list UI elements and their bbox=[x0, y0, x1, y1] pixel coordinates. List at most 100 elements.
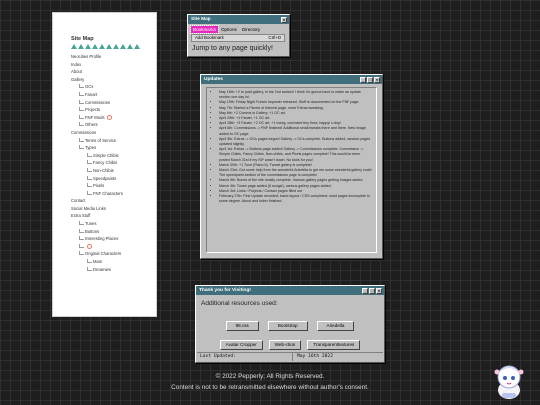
sitemap-panel: Site Map Neocities Profile Index About Gall… bbox=[52, 12, 157, 317]
add-bookmark-label: Add Bookmark bbox=[195, 35, 224, 40]
sitemap-item[interactable]: Commissions bbox=[71, 99, 123, 107]
tree-branch-icon bbox=[87, 152, 92, 157]
updates-window: Updates _ □ × May 16th: +2 to paid galle… bbox=[200, 74, 383, 259]
resources-label: Additional resources used: bbox=[201, 300, 278, 307]
sitemap-item[interactable]: FNF Characters bbox=[71, 190, 123, 198]
tree-branch-icon bbox=[79, 122, 84, 127]
sitemap-item[interactable]: About bbox=[71, 68, 123, 76]
triangle-icon bbox=[120, 44, 126, 49]
triangle-icon bbox=[113, 44, 119, 49]
triangle-divider bbox=[71, 44, 140, 49]
triangle-icon bbox=[134, 44, 140, 49]
menu-directory[interactable]: Directory bbox=[240, 26, 262, 33]
sitemap-item[interactable]: Dreamies bbox=[71, 266, 123, 274]
sitemap-item[interactable]: Others bbox=[71, 121, 123, 129]
sitemap-item-label: Main bbox=[93, 259, 103, 265]
sitemap-item[interactable]: Tunes bbox=[71, 220, 123, 228]
resource-webction-button[interactable]: Web-ction bbox=[268, 340, 302, 350]
sitemap-item[interactable]: Neocities Profile bbox=[71, 53, 123, 61]
sitemap-item-label: Neocities Profile bbox=[71, 54, 102, 59]
sitemap-item[interactable]: Buttons bbox=[71, 228, 123, 236]
sitemap-item-label: Original Characters bbox=[85, 251, 122, 257]
resource-bootstrap-button[interactable]: Bootstrap bbox=[267, 321, 308, 331]
menu-bookmarks[interactable]: Bookmarks bbox=[190, 25, 219, 34]
sitemap-item[interactable]: Interesting Places bbox=[71, 235, 123, 243]
sitemap-item[interactable]: Fanart bbox=[71, 91, 123, 99]
sitemap-item-label: Non-Chibis bbox=[93, 167, 114, 173]
sitemap-item[interactable]: Gallery bbox=[71, 76, 123, 84]
sitemap-tree: Neocities Profile Index About Gallery OCs Fan… bbox=[71, 53, 123, 273]
sitemap-item-label: Social Media Links bbox=[71, 205, 106, 211]
sitemap-item-label: Buttons bbox=[85, 228, 100, 234]
tree-branch-icon bbox=[79, 145, 84, 150]
sitemap-item-label: OCs bbox=[85, 84, 94, 90]
triangle-icon bbox=[71, 44, 77, 49]
sitemap-item[interactable]: Fancy Chibis bbox=[71, 159, 123, 167]
resource-avatar-cropper-button[interactable]: Avatar Cropper bbox=[219, 340, 263, 350]
sitemap-item-label: FNF Characters bbox=[93, 190, 123, 196]
sitemap-item[interactable]: Index bbox=[71, 61, 123, 69]
sitemap-item[interactable]: Main bbox=[71, 258, 123, 266]
tree-branch-icon bbox=[79, 99, 84, 104]
tree-branch-icon bbox=[87, 266, 92, 271]
sitemap-item[interactable]: Non-Chibis bbox=[71, 167, 123, 175]
sitemap-title: Site Map bbox=[71, 36, 94, 42]
close-icon[interactable]: × bbox=[376, 287, 382, 294]
resource-ariedella-button[interactable]: Ariedella bbox=[316, 321, 355, 331]
tree-branch-icon bbox=[79, 228, 84, 233]
close-icon[interactable]: × bbox=[281, 16, 287, 23]
sitemap-item[interactable]: Extra Stuff bbox=[71, 212, 123, 220]
sitemap-item-label: About bbox=[71, 69, 82, 75]
sitemap-item[interactable]: Original Characters bbox=[71, 250, 123, 258]
sitemap-item-label: Contact bbox=[71, 198, 86, 204]
tree-branch-icon bbox=[79, 114, 84, 119]
minimize-icon[interactable]: _ bbox=[362, 287, 368, 294]
status-bar: Last Updated: May 16th 2022 bbox=[197, 352, 383, 361]
sitemap-item[interactable]: OCs bbox=[71, 83, 123, 91]
sitemap-item-label: Commissions bbox=[85, 99, 111, 105]
update-item: March 9th: Bones of the site mostly comp… bbox=[219, 178, 372, 183]
updates-body[interactable]: May 16th: +2 to paid gallery, in the 2nd… bbox=[206, 87, 377, 253]
triangle-icon bbox=[92, 44, 98, 49]
sitemap-item[interactable]: Types bbox=[71, 144, 123, 152]
add-bookmark-shortcut: Ctrl+D bbox=[268, 35, 281, 40]
copyright-text: © 2022 Pepperly; All Rights Reserved. bbox=[215, 373, 325, 380]
maximize-icon[interactable]: □ bbox=[367, 76, 373, 83]
sitemap-item-label: Fancy Chibis bbox=[93, 160, 118, 166]
tree-branch-icon bbox=[87, 167, 92, 172]
maximize-icon[interactable]: □ bbox=[369, 287, 375, 294]
sitemap-item[interactable]: Simple Chibis bbox=[71, 152, 123, 160]
close-icon[interactable]: × bbox=[374, 76, 380, 83]
add-bookmark-item[interactable]: Add Bookmark Ctrl+D bbox=[191, 34, 285, 42]
sitemap-item[interactable]: Speedpaints bbox=[71, 175, 123, 183]
tree-branch-icon bbox=[79, 251, 84, 256]
sitemap-item-label: Others bbox=[85, 122, 98, 128]
minimize-icon[interactable]: _ bbox=[360, 76, 366, 83]
resource-transparenttextures-button[interactable]: Transparenttextures bbox=[307, 340, 361, 350]
sitemap-item[interactable]: Social Media Links bbox=[71, 205, 123, 213]
tree-branch-icon bbox=[87, 175, 92, 180]
update-item: May 15th: Friday Night Funkin Imposter r… bbox=[219, 100, 372, 105]
sitemap-item[interactable]: Contact bbox=[71, 197, 123, 205]
sitemap-item[interactable]: Projects bbox=[71, 106, 123, 114]
sitemap-item-label: Tunes bbox=[85, 221, 97, 227]
tree-branch-icon bbox=[87, 259, 92, 264]
sitemap-item-label: Extra Stuff bbox=[71, 213, 91, 219]
sitemap-item-label: FNF Mods bbox=[85, 114, 105, 120]
thanks-titlebar: Thank you for Visiting! _ □ × bbox=[196, 286, 384, 295]
sitemap-item[interactable]: FNF Mods bbox=[71, 114, 123, 122]
tree-branch-icon bbox=[79, 91, 84, 96]
resources-row-2: Avatar Cropper Web-ction Transparenttext… bbox=[196, 340, 384, 350]
sitemap-item-label: Gallery bbox=[71, 76, 85, 82]
updates-list: May 16th: +2 to paid gallery, in the 2nd… bbox=[207, 88, 376, 204]
sitemap-item-label: Types bbox=[85, 145, 97, 151]
status-value: May 16th 2022 bbox=[297, 354, 333, 359]
sitemap-item[interactable]: Pixels bbox=[71, 182, 123, 190]
sitemap-item[interactable]: Terms of Service bbox=[71, 137, 123, 145]
menu-options[interactable]: Options bbox=[219, 26, 239, 33]
resource-98css-button[interactable]: 98.css bbox=[225, 321, 259, 331]
sitemap-item[interactable]: Commissions bbox=[71, 129, 123, 137]
resources-row-1: 98.css Bootstrap Ariedella bbox=[196, 321, 384, 331]
sitemap-item-label: Fanart bbox=[85, 91, 98, 97]
sitemap-item[interactable] bbox=[71, 243, 123, 251]
